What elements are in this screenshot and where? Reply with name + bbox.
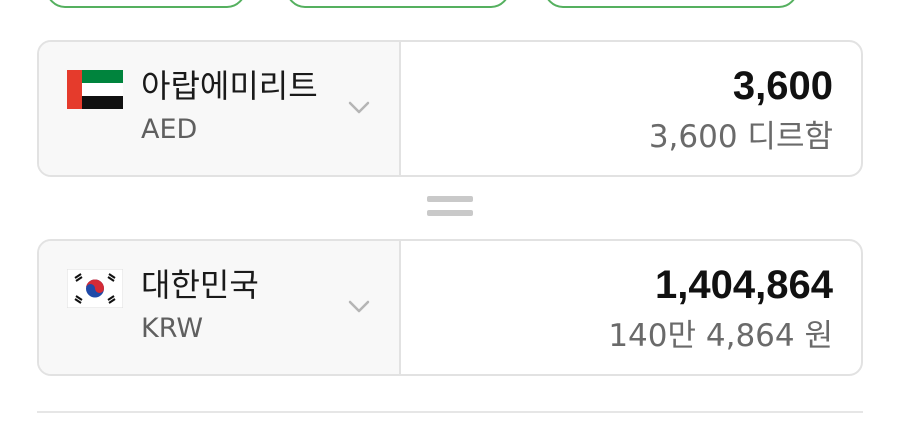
from-amount-words: 3,600 디르함 [648,119,833,155]
to-country-name: 대한민국 [141,266,259,304]
from-currency-card: 아랍에미리트 AED 3,600 3,600 디르함 [37,40,863,177]
top-button-2[interactable] [286,0,510,8]
to-currency-selector[interactable]: 대한민국 KRW [39,241,401,374]
top-button-3[interactable] [544,0,798,8]
equals-icon [427,196,473,220]
from-amount-value: 3,600 [732,64,833,108]
to-currency-card: 대한민국 KRW 1,404,864 140만 4,864 원 [37,239,863,376]
from-currency-selector[interactable]: 아랍에미리트 AED [39,42,401,175]
from-currency-code: AED [141,114,198,145]
to-amount-words: 140만 4,864 원 [608,318,833,354]
from-amount-input[interactable]: 3,600 3,600 디르함 [401,42,861,175]
korea-flag-icon [67,269,123,308]
chevron-down-icon[interactable] [346,94,372,120]
chevron-down-icon[interactable] [346,293,372,319]
uae-flag-icon [67,70,123,109]
to-amount-input[interactable]: 1,404,864 140만 4,864 원 [401,241,861,374]
to-amount-value: 1,404,864 [655,263,833,307]
section-divider [37,411,863,413]
from-country-name: 아랍에미리트 [141,67,318,105]
top-button-1[interactable] [46,0,246,8]
to-currency-code: KRW [141,313,204,344]
